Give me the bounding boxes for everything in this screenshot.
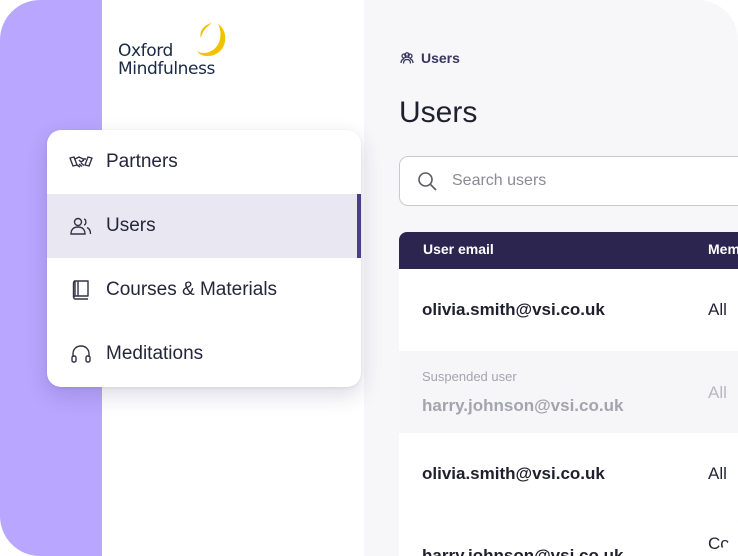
table-row[interactable]: Suspended user harry.johnson@vsi.co.uk A… xyxy=(399,351,738,433)
row-membership: Co xyxy=(708,534,730,553)
row-email: harry.johnson@vsi.co.uk xyxy=(422,546,624,556)
book-icon xyxy=(69,278,93,302)
search-icon xyxy=(416,170,438,192)
row-email: olivia.smith@vsi.co.uk xyxy=(422,464,605,483)
logo-line-2: Mindfulness xyxy=(118,59,215,79)
headphones-icon xyxy=(69,342,93,366)
handshake-icon xyxy=(69,150,93,174)
column-header-email[interactable]: User email xyxy=(423,241,494,257)
table-row[interactable]: olivia.smith@vsi.co.uk All xyxy=(399,269,738,351)
nav-item-meditations[interactable]: Meditations xyxy=(47,322,361,386)
nav-label-meditations: Meditations xyxy=(106,343,204,364)
nav-label-partners: Partners xyxy=(106,151,178,172)
breadcrumb[interactable]: Users xyxy=(399,50,460,66)
logo-line-1: Oxford xyxy=(118,41,173,61)
search-box[interactable] xyxy=(399,156,738,206)
users-icon xyxy=(69,214,93,238)
logo-wordmark: Oxford Mindfulness xyxy=(118,42,215,78)
table-row[interactable]: olivia.smith@vsi.co.uk All xyxy=(399,433,738,515)
table-header: User email Mem xyxy=(399,232,738,269)
logo: Oxford Mindfulness xyxy=(118,20,238,80)
row-email: harry.johnson@vsi.co.uk xyxy=(422,396,624,415)
main-navigation: Partners Users Courses & Materials Medit… xyxy=(47,130,361,387)
nav-label-courses-materials: Courses & Materials xyxy=(106,279,278,300)
breadcrumb-label: Users xyxy=(421,50,460,66)
row-status-note: Suspended user xyxy=(422,369,517,384)
nav-item-users[interactable]: Users xyxy=(47,194,361,258)
users-icon xyxy=(399,50,415,66)
row-email: olivia.smith@vsi.co.uk xyxy=(422,300,605,319)
app-frame: Oxford Mindfulness Users Users User emai… xyxy=(0,0,738,556)
nav-item-partners[interactable]: Partners xyxy=(47,130,361,194)
users-table: User email Mem olivia.smith@vsi.co.uk Al… xyxy=(399,232,738,556)
table-row[interactable]: harry.johnson@vsi.co.uk Co xyxy=(399,518,738,556)
search-input[interactable] xyxy=(452,172,732,190)
column-header-member[interactable]: Mem xyxy=(708,241,738,257)
page-title: Users xyxy=(399,96,478,129)
row-membership: All xyxy=(708,383,727,402)
nav-item-courses-materials[interactable]: Courses & Materials xyxy=(47,258,361,322)
nav-label-users: Users xyxy=(106,215,156,236)
row-membership: All xyxy=(708,300,727,319)
row-membership: All xyxy=(708,464,727,483)
